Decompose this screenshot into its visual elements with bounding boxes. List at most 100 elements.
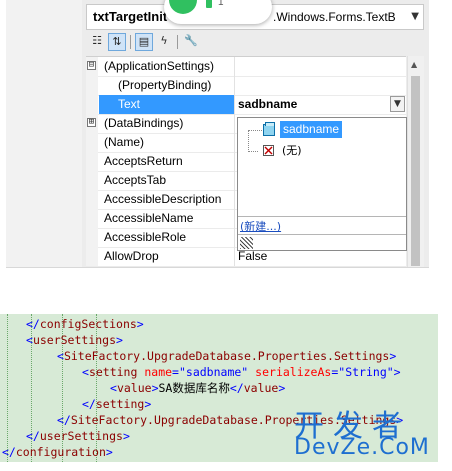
row-gutter [86,133,98,152]
column-divider [234,114,235,133]
tree-line [248,130,250,152]
column-divider [234,152,235,171]
grip-icon [240,237,253,249]
xml-token: name [144,365,173,379]
xml-line: <userSettings> [26,332,123,348]
xml-line: <value>SA数据库名称</value> [110,380,285,396]
column-divider [234,209,235,228]
xml-token: configSections [39,317,137,331]
none-icon [263,145,274,156]
row-gutter [86,171,98,190]
notification-popup: 1 [164,0,272,24]
xml-line: </userSettings> [26,428,130,444]
xml-token: < [110,381,117,395]
column-divider [234,133,235,152]
column-divider [234,190,235,209]
xml-token: = [172,365,179,379]
property-name: (ApplicationSettings) [104,59,215,73]
left-margin [6,0,82,267]
scroll-up-icon[interactable]: ▲ [411,60,417,69]
property-name: AccessibleRole [104,230,187,244]
property-row[interactable]: Text sadbname ▼ [86,95,406,115]
xml-line: <setting name="sadbname" serializeAs="St… [82,364,401,380]
xml-token: configuration [15,445,106,459]
xml-token: </ [57,413,71,427]
collapse-icon[interactable]: ⊟ [87,61,96,70]
property-name: (PropertyBinding) [118,78,212,92]
xml-token: </ [82,397,96,411]
watermark-en: DevZe.CoM [294,435,430,460]
property-name: AcceptsTab [104,173,167,187]
column-divider [234,171,235,190]
object-name: txtTargetInit [93,9,168,24]
xml-token: > [278,381,286,395]
xml-token: </ [229,381,244,395]
property-row[interactable]: (PropertyBinding) [86,76,406,96]
xml-token: < [57,349,64,363]
indent-guide [7,314,8,462]
chevron-down-icon[interactable]: ▼ [411,11,419,22]
properties-window: txtTargetInit .Windows.Forms.TextB ▼ 1 ☷… [82,0,429,267]
new-setting-link[interactable]: (新建...) [240,218,281,234]
xml-token: setting [88,365,138,379]
events-icon[interactable]: ϟ [155,33,173,51]
alphabetical-icon[interactable]: ⇅ [108,33,126,51]
xml-token: "String" [338,365,394,379]
xml-line: </configuration> [2,444,113,460]
status-circle-icon [169,0,197,14]
watermark: 开发者 DevZe.CoM [292,401,444,467]
row-gutter [86,190,98,209]
property-value: False [238,249,268,263]
xml-token: > [122,429,130,443]
property-name: AccessibleName [104,211,194,225]
property-row[interactable]: ⊟ (ApplicationSettings) [86,57,406,77]
property-name: (Name) [104,135,145,149]
popup-count: 1 [218,0,224,8]
xml-token: userSettings [32,333,117,347]
xml-token: > [389,349,397,363]
xml-token: > [393,365,401,379]
expand-icon[interactable]: ⊞ [87,118,96,127]
xml-token: SiteFactory.UpgradeDatabase.Properties.S… [63,349,390,363]
column-divider [234,228,235,247]
property-value[interactable]: sadbname [238,97,297,111]
vertical-scrollbar[interactable]: ▲ [407,56,424,267]
xml-token: > [151,381,159,395]
toolbar-divider [177,35,178,49]
property-name: AcceptsReturn [104,154,183,168]
column-divider [234,57,235,76]
categorized-icon[interactable]: ☷ [88,33,106,51]
tree-line [248,151,258,153]
tree-line [248,130,262,132]
property-name: AllowDrop [104,249,159,263]
xml-token: value [243,381,279,395]
xml-line: <SiteFactory.UpgradeDatabase.Properties.… [57,348,396,364]
xml-token: userSettings [39,429,123,443]
properties-icon[interactable]: ▤ [135,33,153,51]
scrollbar-thumb[interactable] [411,76,420,266]
xml-line: </setting> [82,396,151,412]
row-gutter [86,76,98,95]
resize-grip[interactable] [238,234,406,251]
lock-icon [206,0,212,8]
dropdown-item-none[interactable]: (无) [282,142,302,159]
row-gutter [86,228,98,247]
xml-token: > [116,333,123,347]
property-pages-icon[interactable]: 🔧 [182,33,200,51]
xml-token: > [136,317,144,331]
xml-token: value [116,381,152,395]
column-divider [234,247,235,266]
dropdown-item-sadbname[interactable]: sadbname [280,121,343,138]
object-type: .Windows.Forms.TextB [273,10,396,24]
property-name: AccessibleDescription [104,192,222,206]
xml-token: SA数据库名称 [158,381,230,395]
property-name: (DataBindings) [104,116,184,130]
row-gutter [86,152,98,171]
properties-toolbar: ☷ ⇅ ▤ ϟ 🔧 [86,31,422,53]
dropdown-button[interactable]: ▼ [390,96,405,112]
column-divider [234,95,235,114]
xml-token: </ [26,429,40,443]
xml-token: serializeAs [255,365,332,379]
xml-token: </ [2,445,16,459]
xml-token: setting [95,397,145,411]
